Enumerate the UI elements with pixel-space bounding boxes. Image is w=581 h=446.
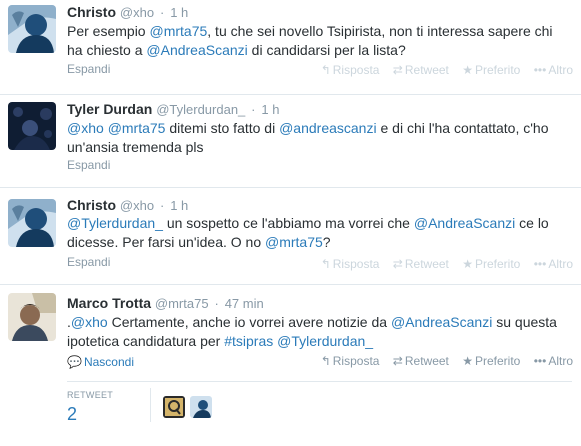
tweet-text: .@xho Certamente, anche io vorrei avere … [67, 313, 567, 351]
retweet-button[interactable]: ⇄ Retweet [393, 257, 449, 271]
tweet-text-fragment: ? [322, 234, 331, 250]
author-name[interactable]: Christo [67, 4, 116, 20]
mention-link[interactable]: @mrta75 [265, 234, 323, 250]
retweeter-avatar[interactable] [190, 396, 212, 418]
comment-icon: 💬 [67, 355, 82, 369]
tweet-4[interactable]: Marco Trotta @mrta75 · 47 min .@xho Cert… [0, 285, 581, 446]
tweet-actions: ↰ Risposta ⇄ Retweet ★ Preferito ••• Altro [311, 257, 573, 271]
hashtag-link[interactable]: #tsipras [224, 333, 273, 349]
tweet-text-fragment: Certamente, anche io vorrei avere notizi… [107, 314, 391, 330]
marco-avatar-icon [8, 293, 56, 341]
more-icon: ••• [533, 354, 547, 368]
retweeter-avatar[interactable] [163, 396, 185, 418]
tweet-actions: ↰ Risposta ⇄ Retweet ★ Preferito ••• Altro [311, 354, 573, 368]
mention-link[interactable]: @xho [67, 120, 104, 136]
more-button[interactable]: ••• Altro [534, 354, 573, 368]
reply-icon: ↰ [320, 354, 331, 368]
avatar[interactable] [8, 199, 56, 247]
more-button[interactable]: ••• Altro [534, 63, 573, 77]
favorite-button[interactable]: ★ Preferito [462, 354, 520, 368]
retweet-button[interactable]: ⇄ Retweet [393, 63, 449, 77]
retweet-icon: ⇄ [392, 354, 403, 368]
mention-link[interactable]: @Tylerdurdan_ [277, 333, 373, 349]
retweeter-q-icon [163, 396, 185, 418]
reply-icon: ↰ [320, 63, 331, 77]
tweet-text: Per esempio @mrta75, tu che sei novello … [67, 22, 567, 60]
tweet-text-fragment: un sospetto ce l'abbiamo ma vorrei che [162, 215, 414, 231]
retweet-button[interactable]: ⇄ Retweet [393, 354, 449, 368]
expand-link[interactable]: Espandi [67, 255, 110, 269]
tweet-1[interactable]: Christo @xho · 1 h Per esempio @mrta75, … [0, 0, 581, 95]
retweet-label: RETWEET [67, 390, 114, 400]
tweet-text-fragment: di candidarsi per la lista? [247, 42, 406, 58]
mention-link[interactable]: @xho [71, 314, 108, 330]
christo-avatar-icon [8, 5, 56, 53]
mention-link[interactable]: @andreascanzi [279, 120, 377, 136]
separator-dot: · [159, 5, 165, 20]
tweet-3[interactable]: Christo @xho · 1 h @Tylerdurdan_ un sosp… [0, 188, 581, 284]
author-handle[interactable]: @Tylerdurdan_ [156, 102, 245, 117]
expand-link[interactable]: Espandi [67, 62, 110, 76]
reply-button[interactable]: ↰ Risposta [321, 63, 380, 77]
mention-link[interactable]: @mrta75 [149, 23, 207, 39]
timestamp[interactable]: 47 min [225, 296, 264, 311]
stats-vertical-divider [150, 388, 151, 422]
star-icon: ★ [462, 63, 473, 77]
favorite-button[interactable]: ★ Preferito [462, 63, 520, 77]
collapse-link[interactable]: 💬 Nascondi [67, 355, 134, 369]
avatar[interactable] [8, 5, 56, 53]
mention-link[interactable]: @mrta75 [108, 120, 166, 136]
tweet-text-fragment: ditemi sto fatto di [165, 120, 280, 136]
timestamp[interactable]: 1 h [261, 102, 279, 117]
tweet-text: @xho @mrta75 ditemi sto fatto di @andrea… [67, 119, 567, 157]
mention-link[interactable]: @AndreaScanzi [391, 314, 492, 330]
separator-dot: · [214, 296, 219, 311]
christo-avatar-icon [8, 199, 56, 247]
tweet-text: @Tylerdurdan_ un sospetto ce l'abbiamo m… [67, 214, 567, 252]
mention-link[interactable]: @AndreaScanzi [414, 215, 515, 231]
star-icon: ★ [462, 257, 473, 271]
retweet-icon: ⇄ [392, 257, 403, 271]
author-handle[interactable]: @xho [120, 198, 154, 213]
timestamp[interactable]: 1 h [170, 5, 188, 20]
retweeter-christo-icon [190, 396, 212, 418]
more-icon: ••• [533, 257, 547, 271]
mention-link[interactable]: @Tylerdurdan_ [67, 215, 163, 231]
author-handle[interactable]: @xho [120, 5, 154, 20]
author-name[interactable]: Tyler Durdan [67, 101, 152, 117]
author-name[interactable]: Christo [67, 197, 116, 213]
favorite-button[interactable]: ★ Preferito [462, 257, 520, 271]
retweet-count[interactable]: 2 [67, 404, 77, 425]
reply-button[interactable]: ↰ Risposta [321, 354, 380, 368]
expand-link[interactable]: Espandi [67, 158, 110, 172]
tyler-avatar-icon [8, 102, 56, 150]
mention-link[interactable]: @AndreaScanzi [146, 42, 247, 58]
author-handle[interactable]: @mrta75 [155, 296, 209, 311]
author-name[interactable]: Marco Trotta [67, 295, 151, 311]
timestamp[interactable]: 1 h [170, 198, 188, 213]
avatar[interactable] [8, 102, 56, 150]
reply-icon: ↰ [320, 257, 331, 271]
separator-dot: · [159, 198, 165, 213]
stats-divider [67, 381, 572, 382]
reply-button[interactable]: ↰ Risposta [321, 257, 380, 271]
separator-dot: · [251, 102, 256, 117]
star-icon: ★ [462, 354, 473, 368]
tweet-2[interactable]: Tyler Durdan @Tylerdurdan_ · 1 h @xho @m… [0, 95, 581, 187]
tweet-text-fragment: Per esempio [67, 23, 150, 39]
retweet-icon: ⇄ [392, 63, 403, 77]
more-icon: ••• [533, 63, 547, 77]
tweet-actions: ↰ Risposta ⇄ Retweet ★ Preferito ••• Altro [311, 63, 573, 77]
avatar[interactable] [8, 293, 56, 341]
more-button[interactable]: ••• Altro [534, 257, 573, 271]
